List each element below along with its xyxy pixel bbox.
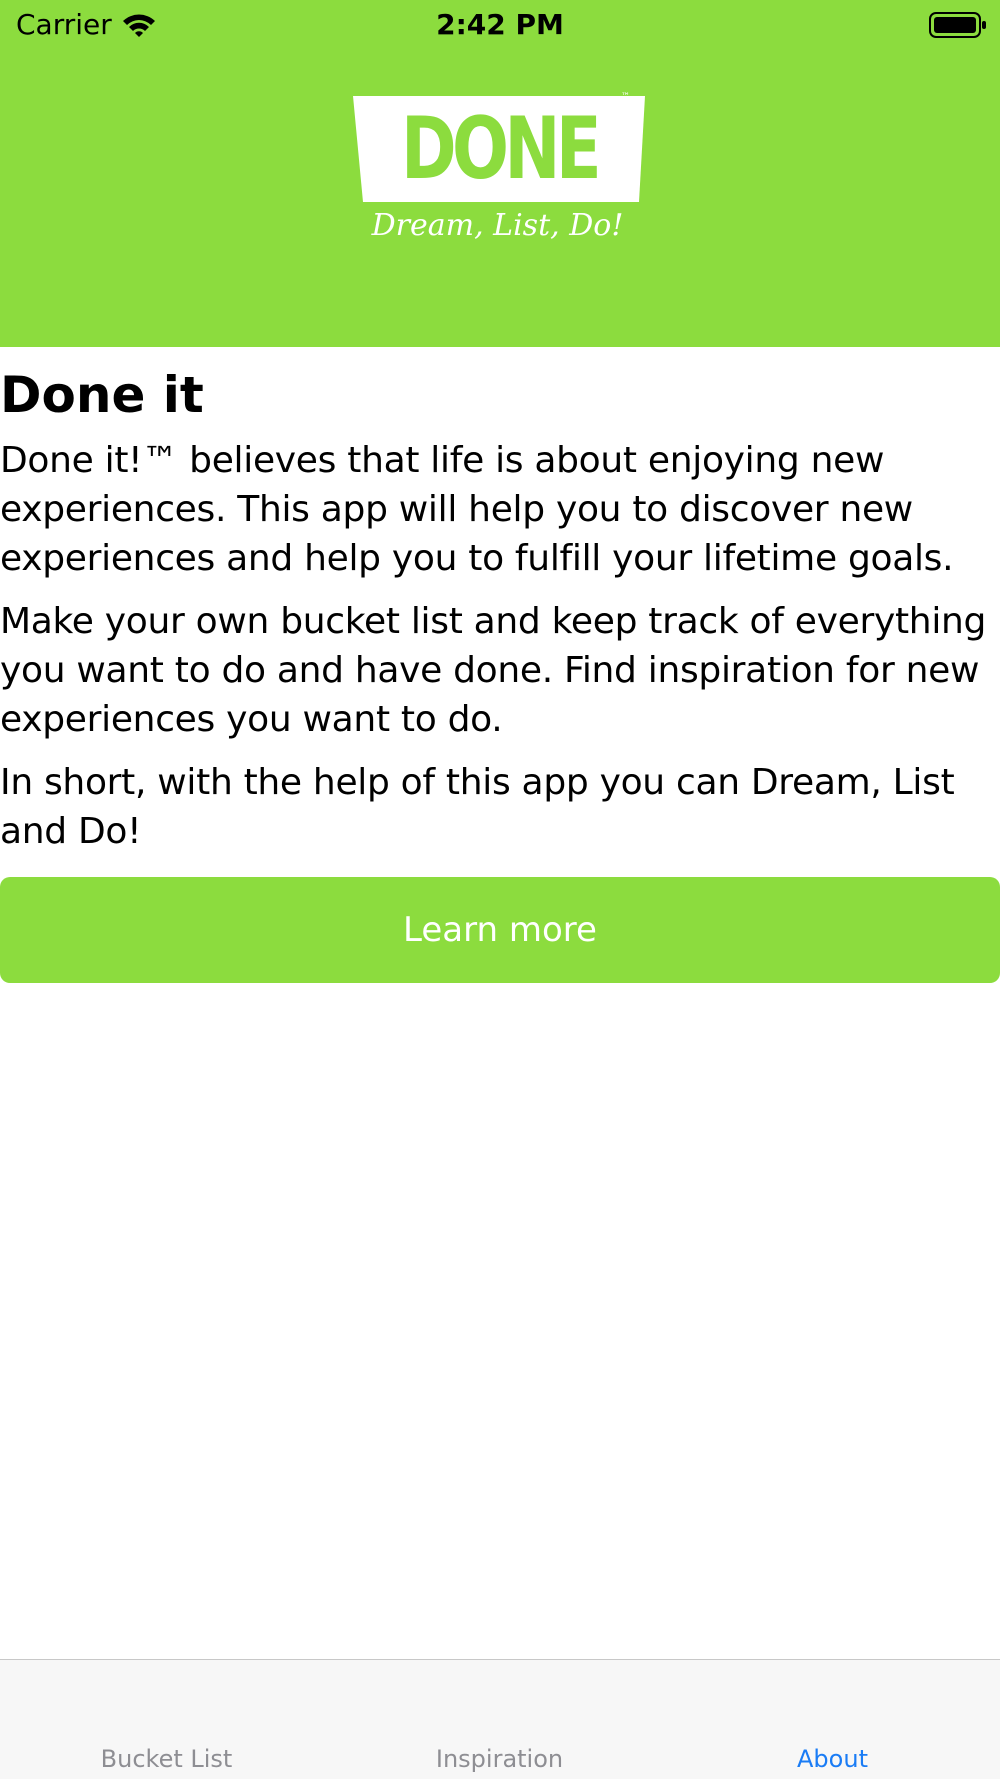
- about-content: Done it Done it!™ believes that life is …: [0, 362, 1000, 870]
- app-header: Carrier 2:42 PM DONE IT! ™ Dream, List, …: [0, 0, 1000, 347]
- status-bar: Carrier 2:42 PM: [0, 0, 1000, 52]
- page-title: Done it: [0, 366, 204, 424]
- logo-tagline: Dream, List, Do!: [371, 208, 624, 243]
- logo-trademark: ™: [621, 92, 630, 102]
- status-time: 2:42 PM: [436, 8, 564, 41]
- tab-inspiration[interactable]: Inspiration: [333, 1744, 666, 1774]
- tab-bucket-list[interactable]: Bucket List: [0, 1744, 333, 1774]
- tab-bar: Bucket List Inspiration About: [0, 1659, 1000, 1779]
- about-paragraph: Done it!™ believes that life is about en…: [0, 440, 954, 579]
- learn-more-button[interactable]: Learn more: [0, 877, 1000, 983]
- battery-icon: [928, 11, 988, 39]
- app-logo: DONE IT! ™ Dream, List, Do!: [345, 92, 650, 305]
- about-paragraph: Make your own bucket list and keep track…: [0, 601, 987, 740]
- logo-wordmark: DONE IT!: [401, 99, 602, 305]
- about-paragraph: In short, with the help of this app you …: [0, 762, 955, 852]
- tab-about[interactable]: About: [666, 1744, 999, 1774]
